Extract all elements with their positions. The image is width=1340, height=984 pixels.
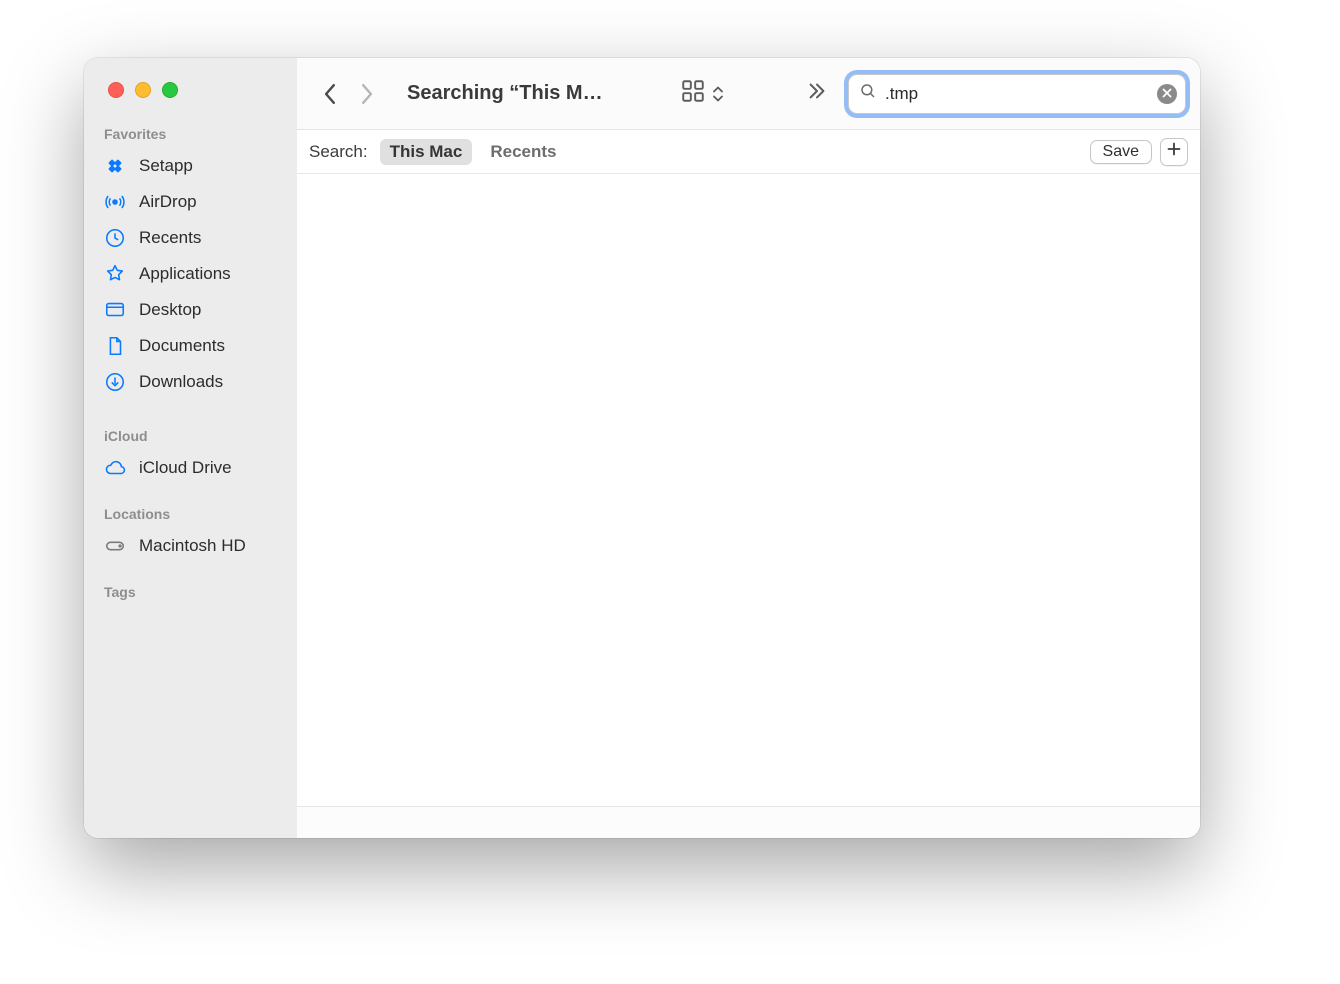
window-controls xyxy=(84,58,297,114)
sidebar-favorites-list: Setapp AirDrop Recents Applications xyxy=(84,148,297,400)
sidebar-item-airdrop[interactable]: AirDrop xyxy=(92,184,289,220)
sidebar-locations-list: Macintosh HD xyxy=(84,528,297,564)
sidebar-icloud-list: iCloud Drive xyxy=(84,450,297,486)
search-scope-label: Search: xyxy=(309,142,370,162)
search-scope-bar: Search: This Mac Recents Save xyxy=(297,130,1200,174)
sidebar: Favorites Setapp AirDrop Recents xyxy=(84,58,297,838)
setapp-icon xyxy=(104,155,126,177)
clear-search-button[interactable] xyxy=(1157,84,1177,104)
disk-icon xyxy=(104,535,126,557)
download-icon xyxy=(104,371,126,393)
main-pane: Searching “This M… xyxy=(297,58,1200,838)
scope-recents[interactable]: Recents xyxy=(482,139,564,165)
sidebar-item-documents[interactable]: Documents xyxy=(92,328,289,364)
sidebar-item-applications[interactable]: Applications xyxy=(92,256,289,292)
sidebar-item-macintosh-hd[interactable]: Macintosh HD xyxy=(92,528,289,564)
results-area xyxy=(297,174,1200,806)
minimize-window-button[interactable] xyxy=(135,82,151,98)
sidebar-item-label: AirDrop xyxy=(139,192,197,212)
sidebar-section-tags: Tags xyxy=(84,564,297,606)
view-mode-button[interactable] xyxy=(680,78,728,109)
sidebar-item-label: Documents xyxy=(139,336,225,356)
scope-this-mac[interactable]: This Mac xyxy=(380,139,473,165)
sidebar-item-downloads[interactable]: Downloads xyxy=(92,364,289,400)
document-icon xyxy=(104,335,126,357)
applications-icon xyxy=(104,263,126,285)
toolbar: Searching “This M… xyxy=(297,58,1200,130)
close-window-button[interactable] xyxy=(108,82,124,98)
plus-icon xyxy=(1167,142,1181,161)
forward-button[interactable] xyxy=(351,79,381,109)
chevron-up-down-icon xyxy=(712,85,724,103)
save-search-button[interactable]: Save xyxy=(1090,140,1152,164)
x-icon xyxy=(1162,85,1172,103)
toolbar-overflow-button[interactable] xyxy=(736,80,832,107)
sidebar-item-recents[interactable]: Recents xyxy=(92,220,289,256)
sidebar-item-label: Recents xyxy=(139,228,201,248)
airdrop-icon xyxy=(104,191,126,213)
sidebar-item-label: Desktop xyxy=(139,300,201,320)
search-input[interactable] xyxy=(877,84,1157,104)
sidebar-item-setapp[interactable]: Setapp xyxy=(92,148,289,184)
sidebar-item-desktop[interactable]: Desktop xyxy=(92,292,289,328)
add-search-criteria-button[interactable] xyxy=(1160,138,1188,166)
chevron-double-right-icon xyxy=(806,89,828,106)
back-button[interactable] xyxy=(315,79,345,109)
finder-window: Favorites Setapp AirDrop Recents xyxy=(84,58,1200,838)
search-field[interactable] xyxy=(848,74,1186,114)
window-title: Searching “This M… xyxy=(389,82,603,105)
status-bar xyxy=(297,806,1200,838)
clock-icon xyxy=(104,227,126,249)
sidebar-section-favorites: Favorites xyxy=(84,114,297,148)
cloud-icon xyxy=(104,457,126,479)
icon-grid-icon xyxy=(680,78,706,109)
nav-buttons xyxy=(307,79,381,109)
sidebar-item-label: Setapp xyxy=(139,156,193,176)
sidebar-item-label: Macintosh HD xyxy=(139,536,246,556)
sidebar-item-icloud-drive[interactable]: iCloud Drive xyxy=(92,450,289,486)
sidebar-item-label: iCloud Drive xyxy=(139,458,232,478)
desktop-icon xyxy=(104,299,126,321)
fullscreen-window-button[interactable] xyxy=(162,82,178,98)
sidebar-item-label: Downloads xyxy=(139,372,223,392)
sidebar-section-icloud: iCloud xyxy=(84,400,297,450)
sidebar-item-label: Applications xyxy=(139,264,231,284)
search-icon xyxy=(859,82,877,105)
sidebar-section-locations: Locations xyxy=(84,486,297,528)
